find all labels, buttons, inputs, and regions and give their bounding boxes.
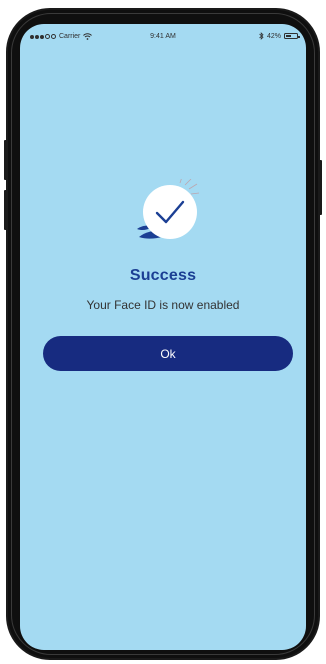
status-right: 42% xyxy=(259,32,300,40)
check-circle xyxy=(143,185,197,239)
success-title: Success xyxy=(129,267,197,284)
battery-tip xyxy=(298,35,300,38)
ok-button[interactable]: Ok xyxy=(43,336,293,371)
status-bar: Carrier 9:41 AM 42% xyxy=(20,24,306,46)
battery-percent: 42% xyxy=(266,32,281,40)
volume-up-button xyxy=(4,140,7,180)
battery-icon xyxy=(284,33,300,39)
power-button xyxy=(319,160,322,215)
bluetooth-icon xyxy=(259,32,264,40)
success-message: Your Face ID is now enabled xyxy=(86,298,240,312)
success-illustration xyxy=(137,179,200,239)
battery-fill xyxy=(286,35,291,37)
volume-down-button xyxy=(4,190,7,230)
screen: Carrier 9:41 AM 42% Success Your Face ID… xyxy=(20,24,306,650)
